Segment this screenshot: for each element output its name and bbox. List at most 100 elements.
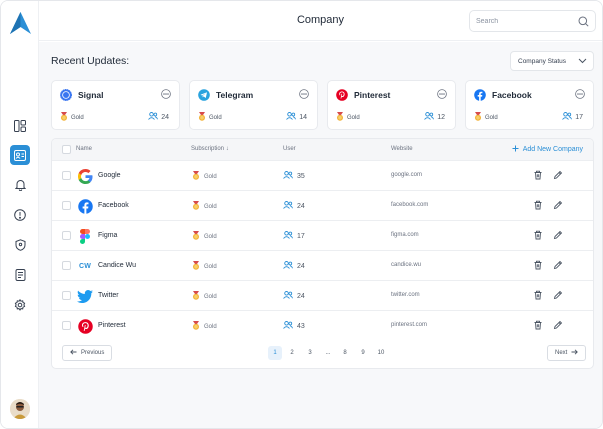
top-header: Company [39, 1, 602, 41]
edit-icon[interactable] [553, 290, 563, 300]
users-icon [283, 261, 293, 271]
website-link[interactable]: facebook.com [391, 202, 428, 208]
users-icon [283, 321, 293, 331]
website-link[interactable]: google.com [391, 172, 422, 178]
column-header-subscription[interactable]: Subscription ↓ [191, 146, 229, 152]
delete-icon[interactable] [533, 200, 543, 210]
table-row[interactable]: Facebook Gold 24 facebook.com [52, 191, 593, 221]
website-link[interactable]: pinterest.com [391, 322, 427, 328]
figma-logo-icon [76, 227, 94, 245]
table-row[interactable]: Pinterest Gold 43 pinterest.com [52, 311, 593, 341]
search-icon[interactable] [578, 16, 589, 29]
delete-icon[interactable] [533, 230, 543, 240]
gold-medal-icon [192, 231, 200, 242]
card-pinterest[interactable]: Pinterest Gold 12 [327, 80, 456, 130]
app-logo[interactable] [10, 12, 31, 34]
more-options-icon[interactable] [161, 89, 171, 99]
card-signal[interactable]: Signal Gold 24 [51, 80, 180, 130]
website-link[interactable]: twitter.com [391, 292, 420, 298]
subscription-tier: Gold [192, 321, 217, 332]
row-checkbox[interactable] [62, 291, 71, 300]
table-header: Name Subscription ↓ User Website Add New… [52, 139, 593, 161]
page-button[interactable]: 3 [303, 346, 317, 360]
more-options-icon[interactable] [437, 89, 447, 99]
user-count: 43 [283, 321, 305, 331]
edit-icon[interactable] [553, 200, 563, 210]
contact-card-icon[interactable] [10, 145, 30, 165]
row-checkbox[interactable] [62, 231, 71, 240]
website-link[interactable]: candice.wu [391, 262, 421, 268]
user-count: 24 [283, 261, 305, 271]
app-window: Company Recent Updates: Company Status [0, 0, 603, 429]
document-icon[interactable] [10, 265, 30, 285]
table-row[interactable]: Google Gold 35 google.com [52, 161, 593, 191]
table-row[interactable]: CW Candice Wu Gold 24 candice.wu [52, 251, 593, 281]
dashboard-icon[interactable] [10, 116, 30, 136]
edit-icon[interactable] [553, 170, 563, 180]
table-row[interactable]: Twitter Gold 24 twitter.com [52, 281, 593, 311]
company-status-label: Company Status [518, 58, 567, 65]
gear-icon[interactable] [10, 295, 30, 315]
page-button[interactable]: 9 [356, 346, 370, 360]
page-button[interactable]: 10 [374, 346, 388, 360]
edit-icon[interactable] [553, 320, 563, 330]
card-title: Signal [78, 90, 104, 100]
page-button[interactable]: 1 [268, 346, 282, 360]
signal-logo-icon [60, 89, 72, 101]
user-count: 35 [283, 171, 305, 181]
facebook-logo-icon [474, 89, 486, 101]
card-telegram[interactable]: Telegram Gold 14 [189, 80, 318, 130]
edit-icon[interactable] [553, 230, 563, 240]
company-name[interactable]: Candice Wu [98, 262, 136, 269]
page-button[interactable]: 8 [338, 346, 352, 360]
delete-icon[interactable] [533, 290, 543, 300]
select-all-checkbox[interactable] [62, 145, 71, 154]
website-link[interactable]: figma.com [391, 232, 419, 238]
card-facebook[interactable]: Facebook Gold 17 [465, 80, 594, 130]
card-title: Telegram [216, 90, 254, 100]
card-title: Pinterest [354, 90, 391, 100]
company-name[interactable]: Figma [98, 232, 117, 239]
user-count: 24 [283, 201, 305, 211]
add-new-company-button[interactable]: Add New Company [512, 145, 583, 154]
column-header-user[interactable]: User [283, 146, 296, 152]
column-header-website[interactable]: Website [391, 146, 413, 152]
subscription-tier: Gold [192, 261, 217, 272]
delete-icon[interactable] [533, 260, 543, 270]
table-row[interactable]: Figma Gold 17 figma.com [52, 221, 593, 251]
arrow-left-icon [70, 349, 77, 357]
user-count: 17 [283, 231, 305, 241]
subscription-tier: Gold [336, 112, 360, 123]
company-name[interactable]: Twitter [98, 292, 119, 299]
alert-icon[interactable] [10, 205, 30, 225]
shield-icon[interactable] [10, 235, 30, 255]
bell-icon[interactable] [10, 175, 30, 195]
user-count: 12 [424, 112, 445, 122]
page-button[interactable]: 2 [285, 346, 299, 360]
search-box[interactable] [469, 10, 596, 32]
delete-icon[interactable] [533, 170, 543, 180]
edit-icon[interactable] [553, 260, 563, 270]
previous-button[interactable]: Previous [62, 345, 113, 361]
search-input[interactable] [476, 15, 576, 28]
users-icon [283, 201, 293, 211]
company-name[interactable]: Pinterest [98, 322, 126, 329]
page-ellipsis: ... [325, 350, 331, 356]
users-icon [286, 112, 297, 122]
more-options-icon[interactable] [299, 89, 309, 99]
avatar[interactable] [10, 399, 30, 419]
column-header-name[interactable]: Name [76, 146, 92, 152]
more-options-icon[interactable] [575, 89, 585, 99]
row-checkbox[interactable] [62, 201, 71, 210]
next-button[interactable]: Next [547, 345, 587, 361]
delete-icon[interactable] [533, 320, 543, 330]
subscription-tier: Gold [192, 291, 217, 302]
row-checkbox[interactable] [62, 321, 71, 330]
row-checkbox[interactable] [62, 171, 71, 180]
company-status-dropdown[interactable]: Company Status [510, 51, 594, 71]
initials-badge: CW [78, 262, 92, 270]
row-checkbox[interactable] [62, 261, 71, 270]
company-name[interactable]: Facebook [98, 202, 129, 209]
company-name[interactable]: Google [98, 172, 121, 179]
card-title: Facebook [492, 90, 532, 100]
